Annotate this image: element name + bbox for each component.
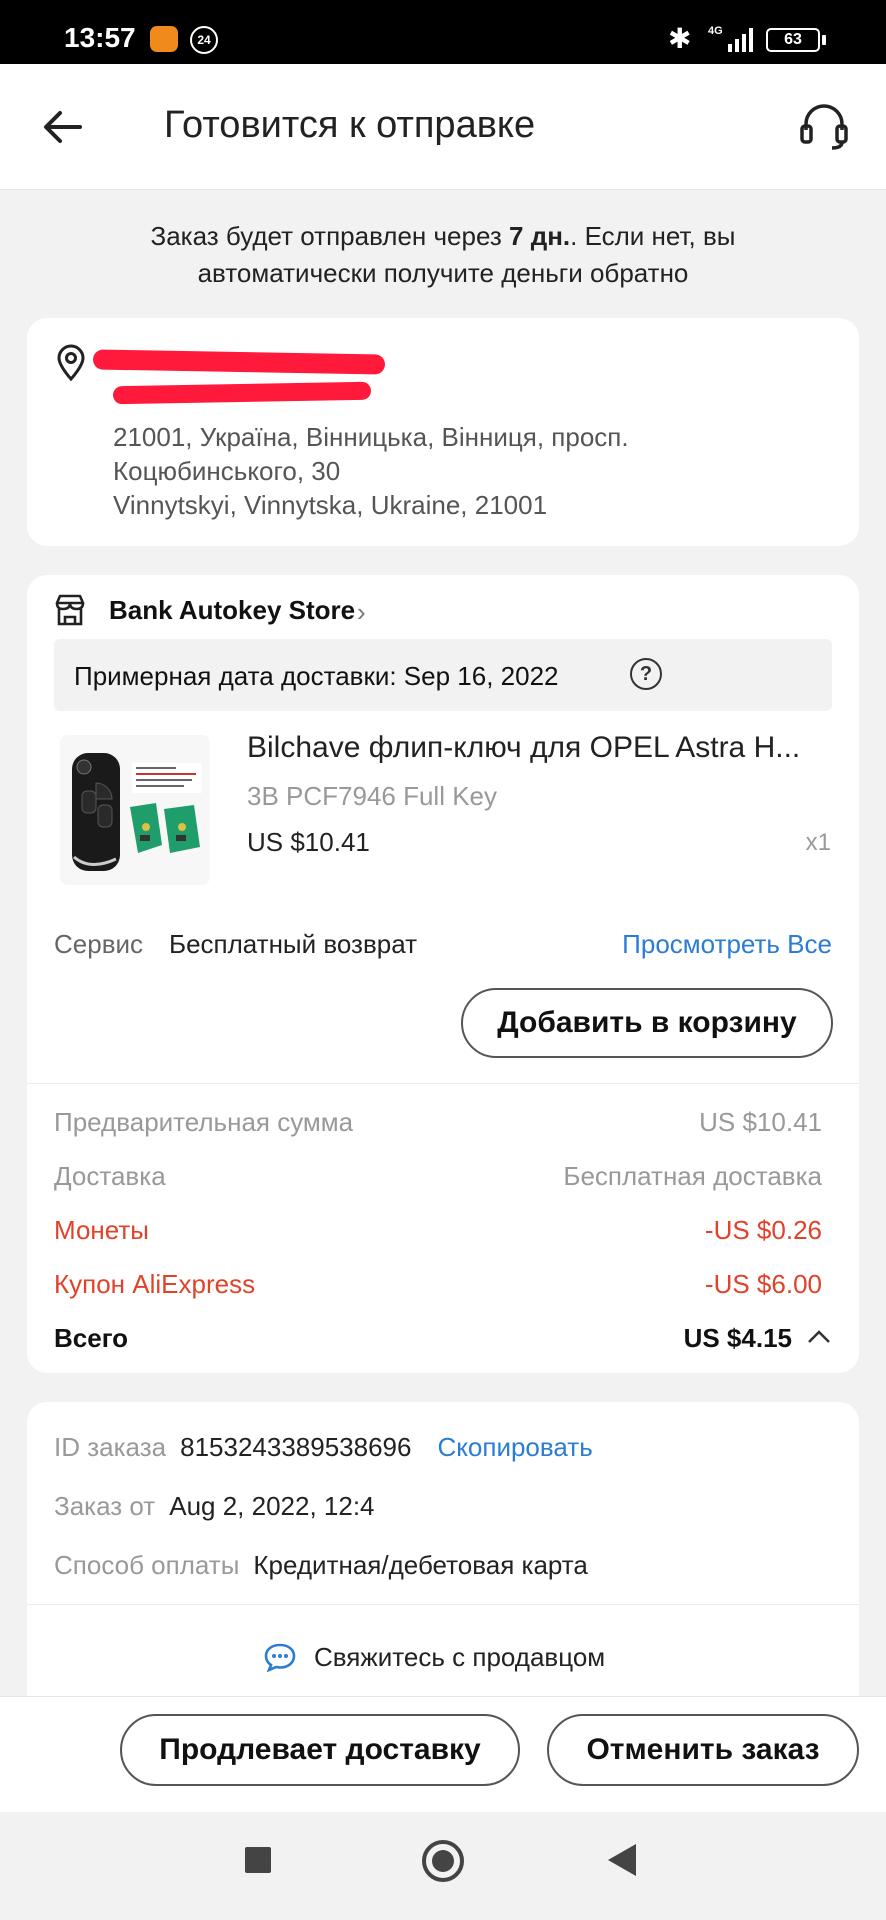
total-row[interactable]: Всего US $4.15: [54, 1323, 832, 1357]
chevron-right-icon[interactable]: ›: [357, 597, 366, 628]
store-name-link[interactable]: Bank Autokey Store: [109, 595, 355, 626]
divider: [27, 1083, 859, 1084]
shipping-notice: Заказ будет отправлен через 7 дн.. Если …: [60, 218, 826, 292]
extend-delivery-button[interactable]: Продлевает доставку: [120, 1714, 520, 1786]
order-info-card: ID заказа 8153243389538696 Скопировать Зак…: [27, 1402, 859, 1702]
order-card: Bank Autokey Store › Примерная дата дост…: [27, 575, 859, 1373]
product-image[interactable]: [60, 735, 210, 885]
order-id-label: ID заказа: [54, 1432, 167, 1462]
payment-method-value: Кредитная/дебетовая карта: [253, 1550, 588, 1580]
notification-app-icon: [150, 26, 178, 52]
question-help-icon[interactable]: ?: [630, 658, 662, 690]
network-type: 4G: [708, 25, 723, 37]
battery-icon: 63: [766, 28, 820, 52]
notice-text-before: Заказ будет отправлен через: [150, 221, 510, 251]
coins-row: Монеты -US $0.26: [54, 1215, 832, 1249]
add-to-cart-button[interactable]: Добавить в корзину: [461, 988, 833, 1058]
subtotal-row: Предварительная сумма US $10.41: [54, 1107, 832, 1141]
location-pin-icon: [57, 344, 85, 382]
status-bar: 13:57 24 ✱ 4G 63: [0, 0, 886, 64]
home-circle-inner: [432, 1850, 454, 1872]
chevron-up-icon[interactable]: [806, 1327, 832, 1347]
home-circle-icon[interactable]: [422, 1840, 464, 1882]
copy-order-id-link[interactable]: Скопировать: [437, 1432, 592, 1462]
coupon-label: Купон AliExpress: [54, 1269, 256, 1299]
service-label: Сервис: [54, 929, 144, 959]
system-navigation-bar: [0, 1812, 886, 1920]
back-triangle-icon[interactable]: [608, 1844, 636, 1876]
cancel-order-button[interactable]: Отменить заказ: [547, 1714, 859, 1786]
subtotal-value: US $10.41: [699, 1107, 822, 1137]
status-time: 13:57: [64, 22, 136, 53]
divider: [27, 1604, 859, 1605]
redacted-phone: [112, 381, 372, 405]
product-quantity: x1: [805, 829, 831, 856]
notification-count-badge: 24: [190, 26, 218, 54]
address-line-1: 21001, Україна, Вінницька, Вінниця, прос…: [113, 422, 629, 452]
view-all-link[interactable]: Просмотреть Все: [622, 929, 832, 960]
order-id-row: ID заказа 8153243389538696 Скопировать: [54, 1432, 593, 1463]
product-price: US $10.41: [247, 827, 370, 857]
address-line-2: Коцюбинського, 30: [113, 456, 341, 486]
car-key-image: [60, 735, 210, 885]
notice-days: 7 дн.: [509, 221, 571, 251]
address-text: 21001, Україна, Вінницька, Вінниця, прос…: [113, 420, 629, 522]
order-date-row: Заказ от Aug 2, 2022, 12:4: [54, 1491, 375, 1522]
subtotal-label: Предварительная сумма: [54, 1107, 354, 1137]
bluetooth-icon: ✱: [668, 23, 692, 54]
chat-bubble-icon[interactable]: [263, 1642, 297, 1672]
headset-support-icon[interactable]: [798, 102, 850, 152]
contact-seller-link[interactable]: Свяжитесь с продавцом: [314, 1642, 605, 1673]
shipping-row: Доставка Бесплатная доставка: [54, 1161, 832, 1195]
payment-method-row: Способ оплаты Кредитная/дебетовая карта: [54, 1550, 588, 1581]
signal-icon: [728, 28, 753, 52]
store-icon: [55, 594, 85, 626]
bottom-action-bar: Продлевает доставку Отменить заказ: [0, 1696, 886, 1812]
shipping-value: Бесплатная доставка: [563, 1161, 822, 1191]
delivery-date-text: Примерная дата доставки: Sep 16, 2022: [74, 661, 559, 691]
order-date-label: Заказ от: [54, 1491, 156, 1521]
app-header: Готовится к отправке: [0, 64, 886, 190]
battery-tip: [822, 35, 826, 45]
back-arrow-icon[interactable]: [40, 104, 86, 150]
address-card: 21001, Україна, Вінницька, Вінниця, прос…: [27, 318, 859, 546]
product-title[interactable]: Bilchave флип-ключ для OPEL Astra H...: [247, 731, 847, 765]
order-date-value: Aug 2, 2022, 12:4: [169, 1491, 375, 1521]
coins-value: -US $0.26: [704, 1215, 822, 1245]
coupon-row: Купон AliExpress -US $6.00: [54, 1269, 832, 1303]
coupon-value: -US $6.00: [704, 1269, 822, 1299]
address-line-3: Vinnytskyi, Vinnytska, Ukraine, 21001: [113, 490, 548, 520]
total-label: Всего: [54, 1323, 129, 1353]
page-title: Готовится к отправке: [164, 104, 536, 146]
order-id-value: 8153243389538696: [180, 1432, 412, 1462]
delivery-estimate: Примерная дата доставки: Sep 16, 2022 ?: [54, 639, 832, 711]
coins-label: Монеты: [54, 1215, 149, 1245]
payment-method-label: Способ оплаты: [54, 1550, 240, 1580]
service-value: Бесплатный возврат: [169, 929, 418, 959]
total-value: US $4.15: [683, 1323, 792, 1353]
product-variant: 3B PCF7946 Full Key: [247, 781, 498, 811]
recents-square-icon[interactable]: [245, 1847, 271, 1873]
shipping-label: Доставка: [54, 1161, 166, 1191]
redacted-name: [92, 349, 386, 375]
